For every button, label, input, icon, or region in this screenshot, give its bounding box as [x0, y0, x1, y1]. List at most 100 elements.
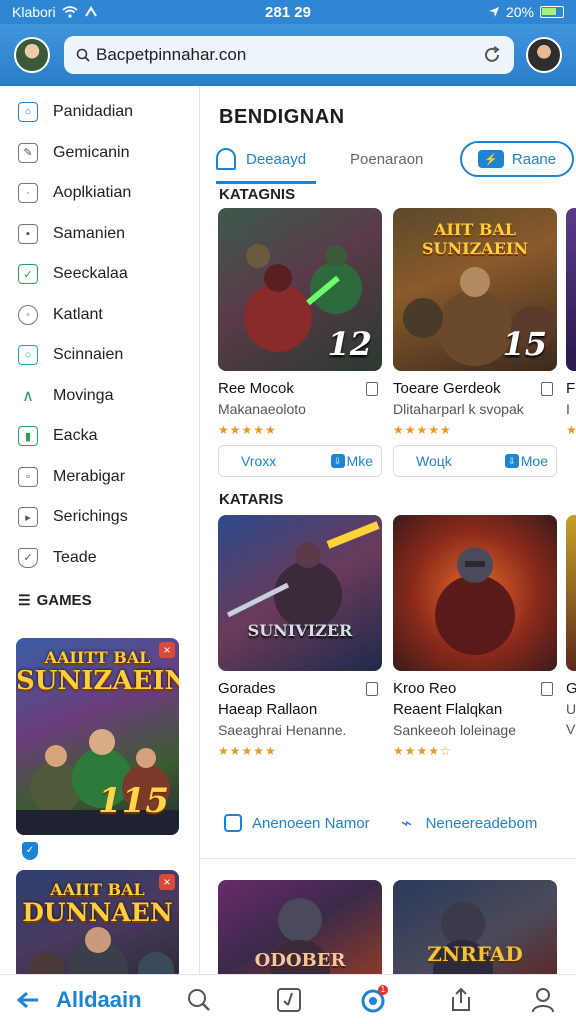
game-art-title: ZNRFAD: [427, 942, 523, 966]
tab-deeaayd[interactable]: Deeaayd: [216, 139, 306, 179]
game-title: G: [566, 680, 576, 697]
link-anenoeen[interactable]: Anenoeen Namor: [224, 814, 370, 832]
sidebar-item-merabigar[interactable]: ▫ Merabigar: [0, 457, 199, 498]
promo-number: 115: [98, 781, 169, 821]
rating-stars: ★★★★★: [393, 423, 452, 437]
games-section-label: GAMES: [36, 592, 92, 609]
square-dot-icon: ·: [18, 183, 38, 204]
card-actions: Woцk ⇩ Moe: [393, 445, 557, 477]
game-card[interactable]: ZNRFAD: [393, 880, 557, 974]
shield-icon: ✓: [18, 547, 38, 568]
game-card[interactable]: Kroo Reo Reaent Flalqkan Sankeeoh lolein…: [393, 515, 557, 758]
promo-title-line1: AAIITT BAL: [44, 648, 151, 667]
promo-title-line2: DUNNAEN: [22, 898, 173, 927]
sidebar-item-scinnaien[interactable]: ○ Scinnaien: [0, 335, 199, 376]
notification-badge: 1: [378, 984, 388, 995]
settings-box-icon: ▸: [18, 507, 38, 528]
url-bar[interactable]: [64, 36, 514, 74]
game-card[interactable]: 12 Ree Mocok Makanaeoloto ★★★★★ Vroxx ⇩ M…: [218, 208, 382, 477]
notifications-button[interactable]: 1: [356, 975, 390, 1024]
download-icon: ⇩: [330, 454, 345, 468]
game-art: [226, 521, 380, 629]
game-art-title: AIIT BAL SUNIZAEIN: [421, 220, 528, 258]
library-button[interactable]: [272, 975, 306, 1024]
bookmark-icon[interactable]: [541, 381, 553, 396]
sidebar-item-gemicanin[interactable]: ✎ Gemicanin: [0, 133, 199, 174]
raane-button[interactable]: ⚡ Raane: [460, 141, 574, 177]
sidebar-item-label: Panidadian: [53, 103, 134, 121]
section-label: KATARIS: [219, 491, 284, 508]
user-icon: [531, 987, 555, 1013]
arrow-left-icon: [16, 990, 40, 1010]
game-card[interactable]: ODOBER: [218, 880, 382, 974]
battery-icon: [540, 6, 564, 18]
bookmark-icon[interactable]: [541, 681, 553, 696]
install-button[interactable]: ⇩ Mke: [330, 453, 373, 469]
game-developer: V: [566, 721, 576, 737]
game-thumbnail: [393, 515, 557, 671]
link-neneereadebom[interactable]: ⌁ Neneereadebom: [398, 813, 537, 833]
profile-avatar[interactable]: [14, 37, 50, 73]
game-thumbnail: [566, 208, 576, 371]
promo-card-1[interactable]: × AAIITT BAL SUNIZAEIN 115: [16, 638, 179, 835]
section-label: KATAGNIS: [219, 186, 296, 203]
active-tab-indicator: [216, 181, 316, 184]
view-button[interactable]: Vroxx: [241, 453, 276, 469]
game-developer: Dlitaharparl k svopak: [393, 401, 524, 417]
profile-button[interactable]: [526, 975, 560, 1024]
user-avatar[interactable]: [526, 37, 562, 73]
game-card[interactable]: SUNIVIZER Gorades Haeap Rallaon Saeaghra…: [218, 515, 382, 758]
edit-icon: ✎: [18, 142, 38, 163]
sidebar-item-samanien[interactable]: ▪ Samanien: [0, 214, 199, 255]
sidebar-item-movinga[interactable]: ∧ Movinga: [0, 376, 199, 417]
game-card-partial[interactable]: G U V: [566, 515, 576, 737]
library-icon: [276, 987, 302, 1013]
calendar-icon: ▫: [18, 466, 38, 487]
game-subtitle: U: [566, 701, 576, 717]
game-card[interactable]: AIIT BAL SUNIZAEIN 15 Toeare Gerdeok Dli…: [393, 208, 557, 477]
bookmark-icon[interactable]: [366, 381, 378, 396]
install-button[interactable]: ⇩ Moe: [504, 453, 548, 469]
game-card-partial[interactable]: F I ★: [566, 208, 576, 437]
game-subtitle: Haeap Rallaon: [218, 701, 318, 718]
back-button[interactable]: [6, 975, 50, 1024]
bookmark-icon[interactable]: [366, 681, 378, 696]
tab-label: Poenaraon: [350, 150, 424, 168]
tab-poenaraon[interactable]: Poenaraon: [350, 139, 423, 179]
sidebar-item-katlant[interactable]: ◦ Katlant: [0, 295, 199, 336]
game-title: Gorades: [218, 680, 276, 697]
search-button[interactable]: [182, 975, 216, 1024]
sidebar-item-eacka[interactable]: ▮ Eacka: [0, 416, 199, 457]
sidebar-item-serichings[interactable]: ▸ Serichings: [0, 497, 199, 538]
main-content: BENDIGNAN Deeaayd Poenaraon ⚡ Raane KATA…: [200, 86, 576, 974]
image-icon: ▪: [18, 223, 38, 244]
top-app-bar: [0, 24, 576, 86]
raane-button-label: Raane: [511, 150, 557, 168]
sidebar-item-label: Eacka: [53, 427, 98, 445]
game-title: F: [566, 380, 576, 397]
bolt-icon: ⚡: [477, 150, 504, 168]
rating-stars: ★★★★☆: [393, 744, 452, 758]
tab-bar: Deeaayd Poenaraon ⚡ Raane: [216, 139, 576, 184]
user-icon: ◦: [18, 304, 38, 325]
game-title: Ree Mocok: [218, 380, 294, 397]
divider: [200, 858, 576, 859]
share-button[interactable]: [444, 975, 478, 1024]
rating-stars: ★★★★★: [218, 423, 277, 437]
promo-card-2[interactable]: × AAIIT BAL DUNNAEN: [16, 870, 179, 974]
sidebar-item-teade[interactable]: ✓ Teade: [0, 538, 199, 579]
book-icon: ▮: [18, 426, 38, 447]
sidebar-item-label: Gemicanin: [53, 143, 130, 161]
view-button[interactable]: Woцk: [416, 453, 452, 469]
sidebar-item-aoplkiatian[interactable]: · Aoplkiatian: [0, 173, 199, 214]
promo-title-line1: AAIIT BAL: [50, 880, 145, 899]
sidebar-item-label: Teade: [53, 548, 97, 566]
status-bar: Klabori 281 29 20%: [0, 0, 576, 24]
url-input[interactable]: [96, 45, 482, 65]
sidebar-item-panidadian[interactable]: ○ Panidadian: [0, 92, 199, 133]
status-time: 281 29: [265, 3, 311, 21]
share-icon: [449, 987, 473, 1013]
refresh-icon[interactable]: [482, 45, 502, 65]
sidebar-item-seeckalaa[interactable]: ✓ Seeckalaa: [0, 254, 199, 295]
brand-label[interactable]: Alldaain: [56, 987, 142, 1013]
